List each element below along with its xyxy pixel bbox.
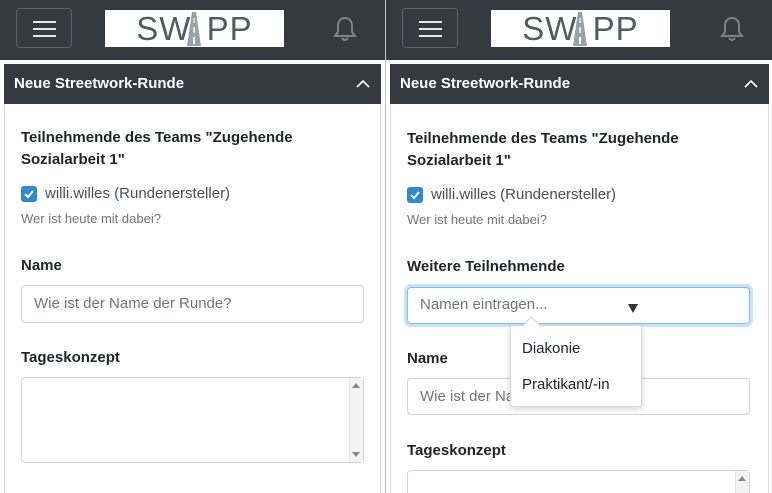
menu-toggle-button[interactable] (402, 8, 458, 48)
further-participants-label: Weitere Teilnehmende (407, 258, 565, 275)
card-title: Neue Streetwork-Runde (14, 75, 185, 92)
menu-toggle-button[interactable] (16, 8, 72, 48)
tageskonzept-label: Tageskonzept (407, 442, 506, 459)
participants-heading: Teilnehmende des Teams "Zugehende Sozial… (21, 129, 293, 168)
name-input[interactable]: Wie ist der Name der Runde? (21, 285, 364, 323)
dropdown-option-praktikant[interactable]: Praktikant/-in (522, 376, 610, 393)
participants-heading: Teilnehmende des Teams "Zugehende Sozial… (407, 130, 679, 169)
participant-checkbox[interactable] (407, 187, 423, 203)
name-input-placeholder: Wie ist der Name der Runde? (34, 295, 232, 312)
swapp-logo[interactable]: SW PP (491, 10, 670, 47)
participant-checkbox[interactable] (21, 186, 37, 202)
dropdown-option-diakonie[interactable]: Diakonie (522, 340, 580, 357)
bell-icon[interactable] (720, 16, 744, 42)
card-border-right (768, 104, 769, 493)
card-header[interactable]: Neue Streetwork-Runde (390, 64, 769, 104)
participants-help-text: Wer ist heute mit dabei? (407, 212, 547, 227)
name-label: Name (21, 257, 62, 274)
top-navbar: SW PP (386, 0, 772, 60)
checkmark-icon (24, 190, 34, 199)
hamburger-icon (33, 21, 56, 23)
screen-left: SW PP Neue Streetwork-Runde Teilnehmende… (0, 0, 385, 493)
tageskonzept-textarea[interactable] (407, 470, 750, 493)
participant-label: willi.willes (Rundenersteller) (431, 186, 617, 203)
participants-dropdown-menu: Diakonie Praktikant/-in (510, 325, 642, 407)
scroll-up-arrow-icon[interactable] (352, 383, 360, 388)
card-border-right (380, 104, 381, 493)
further-participants-placeholder: Namen eintragen... (420, 296, 548, 313)
bell-icon[interactable] (333, 16, 357, 42)
card-title: Neue Streetwork-Runde (400, 75, 571, 92)
swapp-logo[interactable]: SW PP (105, 10, 284, 47)
further-participants-input[interactable]: Namen eintragen... (407, 287, 750, 324)
textarea-scrollbar[interactable] (735, 471, 749, 493)
checkmark-icon (410, 191, 420, 200)
chevron-up-icon[interactable] (743, 76, 759, 92)
participants-help-text: Wer ist heute mit dabei? (21, 211, 161, 226)
card-border-left (390, 104, 391, 493)
name-input-placeholder: Wie ist der Na (420, 388, 515, 405)
textarea-scrollbar[interactable] (349, 378, 363, 462)
tageskonzept-textarea[interactable] (21, 377, 364, 463)
tageskonzept-label: Tageskonzept (21, 349, 120, 366)
card-border-left (4, 104, 5, 493)
participant-label: willi.willes (Rundenersteller) (45, 185, 231, 202)
screen-right: SW PP Neue Streetwork-Runde Teilnehmende… (386, 0, 772, 493)
scroll-up-arrow-icon[interactable] (738, 476, 746, 481)
chevron-up-icon[interactable] (355, 76, 371, 92)
top-navbar: SW PP (0, 0, 385, 60)
hamburger-icon (419, 21, 442, 23)
road-logo-mark (187, 12, 201, 46)
scroll-down-arrow-icon[interactable] (352, 452, 360, 457)
card-header[interactable]: Neue Streetwork-Runde (4, 64, 381, 104)
caret-down-icon[interactable] (628, 304, 638, 313)
road-logo-mark (573, 12, 587, 46)
